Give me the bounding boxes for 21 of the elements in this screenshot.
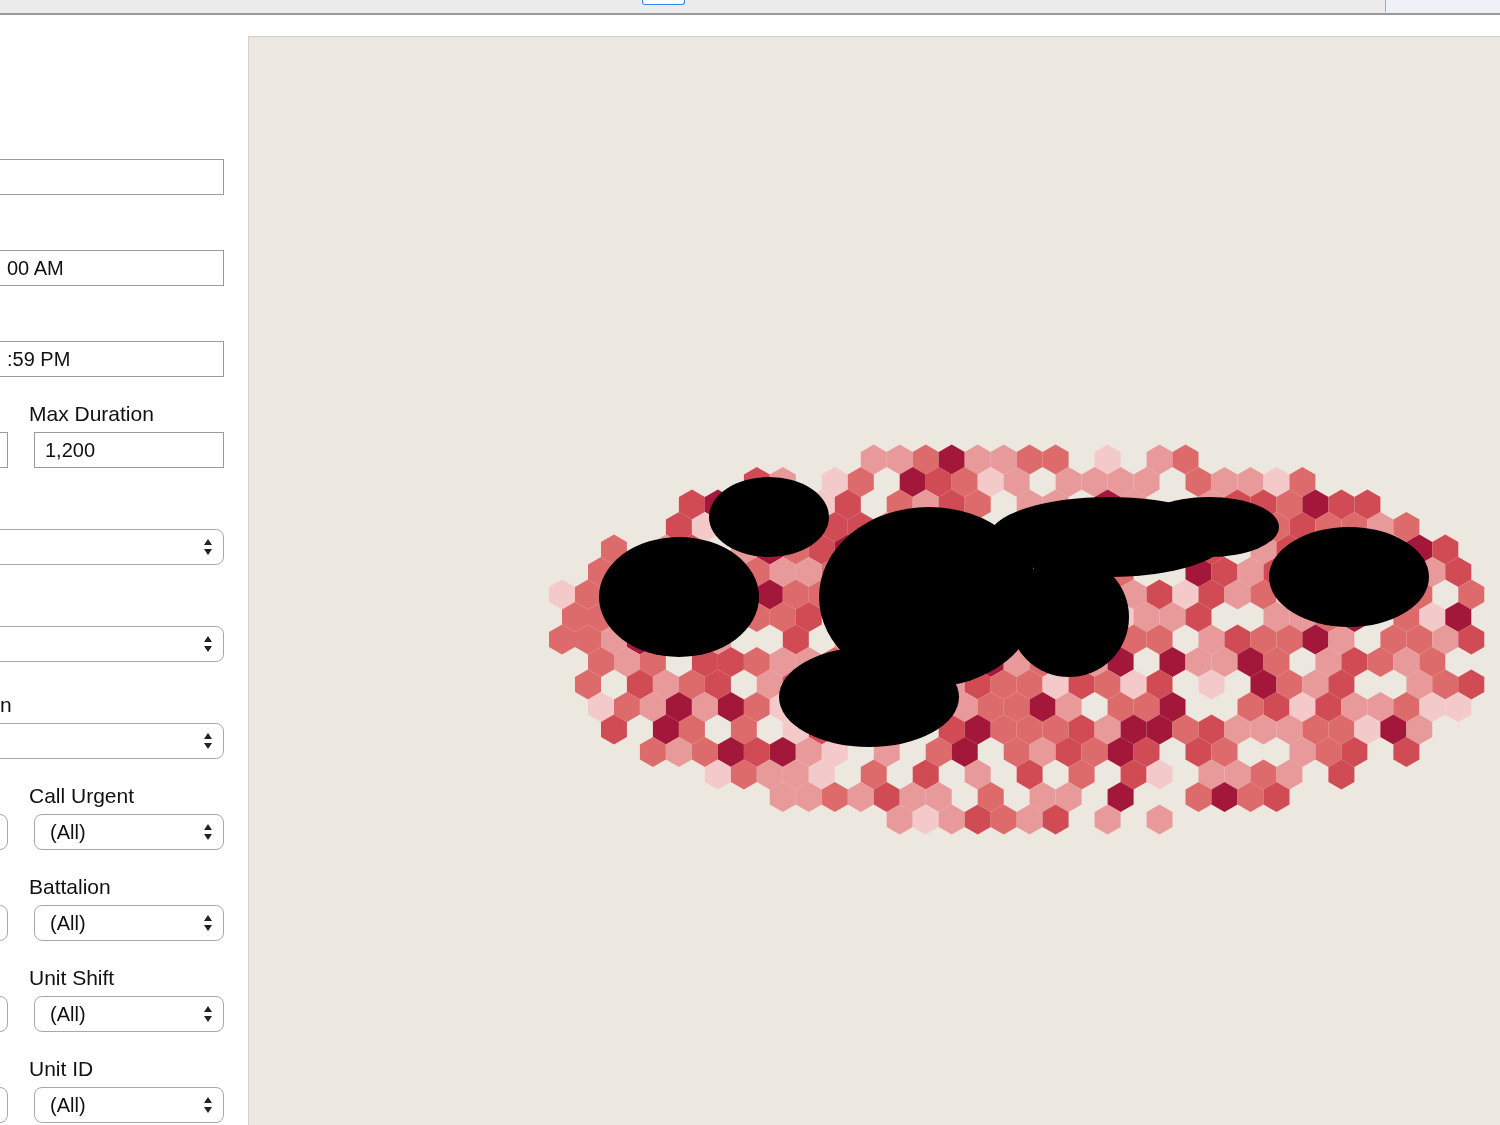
input-field[interactable]: :59 PM: [0, 341, 224, 377]
dropdown[interactable]: (All): [34, 905, 224, 941]
stepper-arrows-icon: [203, 634, 213, 654]
stepper-arrows-icon: [203, 1095, 213, 1115]
field-label: Unit ID: [29, 1057, 95, 1081]
field-label: Call Urgent: [29, 784, 136, 808]
toolbar-button[interactable]: [642, 0, 685, 5]
field-label: Unit Shift: [29, 966, 116, 990]
dropdown[interactable]: (All): [34, 814, 224, 850]
dropdown[interactable]: (All): [34, 996, 224, 1032]
stepper-arrows-icon: [203, 822, 213, 842]
field-label: Battalion: [29, 875, 112, 899]
input-field[interactable]: 00 AM: [0, 250, 224, 286]
stepper-arrows-icon: [203, 913, 213, 933]
stepper-arrows-icon: [203, 537, 213, 557]
stepper-arrows-icon: [203, 731, 213, 751]
field-label: n: [0, 693, 13, 717]
field-label: Max Duration: [29, 402, 155, 426]
input-field[interactable]: 1,200: [34, 432, 224, 468]
dropdown[interactable]: (All): [34, 1087, 224, 1123]
stepper-arrows-icon: [203, 1004, 213, 1024]
